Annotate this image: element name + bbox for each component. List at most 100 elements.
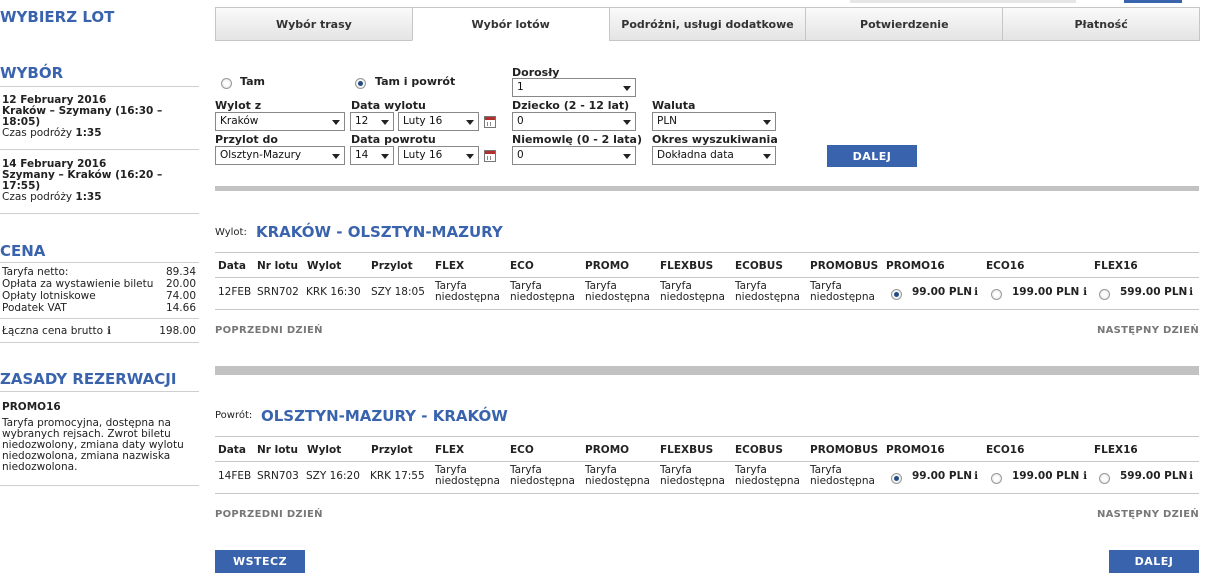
- search-submit-button[interactable]: DALEJ: [827, 145, 917, 167]
- divider: [0, 342, 199, 343]
- departure-day-select[interactable]: 12: [350, 112, 394, 131]
- fare-unavailable: Taryfa niedostępna: [660, 280, 725, 303]
- chevron-down-icon: [381, 120, 389, 125]
- col-flexbus: FLEXBUS: [660, 260, 714, 272]
- chevron-down-icon: [623, 86, 631, 91]
- col-promo: PROMO: [585, 444, 630, 456]
- table-header: Data Nr lotu Wylot Przylot FLEX ECO PROM…: [215, 437, 1199, 462]
- top-strip: [850, 0, 1076, 3]
- info-icon[interactable]: ℹ: [107, 325, 111, 337]
- tab-payment[interactable]: Płatność: [1002, 7, 1200, 41]
- rules-heading: ZASADY REZERWACJI: [0, 370, 177, 388]
- divider: [0, 213, 199, 214]
- col-promo16: PROMO16: [886, 444, 945, 456]
- outbound-route: KRAKÓW - OLSZTYN-MAZURY: [256, 223, 503, 241]
- col-date: Data: [218, 444, 246, 456]
- child-label: Dziecko (2 - 12 lat): [512, 99, 630, 112]
- tab-passengers[interactable]: Podróżni, usługi dodatkowe: [608, 7, 807, 41]
- fare-radio-eco16[interactable]: [991, 289, 1002, 300]
- calendar-icon[interactable]: [484, 116, 496, 128]
- leg-duration: Czas podróży 1:35: [2, 191, 102, 203]
- prev-day-link[interactable]: POPRZEDNI DZIEŃ: [215, 509, 323, 520]
- outbound-table: Data Nr lotu Wylot Przylot FLEX ECO PROM…: [215, 252, 1199, 310]
- tab-route[interactable]: Wybór trasy: [215, 7, 413, 41]
- col-ecobus: ECOBUS: [735, 260, 783, 272]
- fare-unavailable: Taryfa niedostępna: [660, 464, 725, 487]
- radio-oneway[interactable]: [221, 78, 232, 89]
- tab-flights[interactable]: Wybór lotów: [411, 7, 610, 41]
- calendar-icon[interactable]: [484, 150, 496, 162]
- price-row: Taryfa netto: 89.34: [2, 266, 196, 278]
- chevron-down-icon: [332, 120, 340, 125]
- col-flight: Nr lotu: [257, 260, 298, 272]
- fare-price: 599.00 PLN: [1120, 286, 1188, 298]
- fare-radio-flex16[interactable]: [1099, 289, 1110, 300]
- page-title: WYBIERZ LOT: [0, 8, 115, 26]
- back-button[interactable]: WSTECZ: [215, 550, 305, 573]
- col-flexbus: FLEXBUS: [660, 444, 714, 456]
- infant-select[interactable]: 0: [512, 146, 636, 165]
- fare-unavailable: Taryfa niedostępna: [810, 280, 875, 303]
- radio-return[interactable]: [355, 78, 366, 89]
- divider: [0, 86, 199, 87]
- total-row: Łączna cena brutto ℹ 198.00: [2, 325, 196, 337]
- next-day-link[interactable]: NASTĘPNY DZIEŃ: [1097, 325, 1199, 336]
- currency-select[interactable]: PLN: [652, 112, 776, 131]
- info-icon[interactable]: ℹ: [1189, 286, 1193, 298]
- col-eco: ECO: [510, 260, 534, 272]
- return-day-select[interactable]: 14: [350, 146, 394, 165]
- col-promo16: PROMO16: [886, 260, 945, 272]
- col-flex: FLEX: [435, 260, 465, 272]
- outbound-label: Wylot:: [215, 227, 247, 238]
- col-promobus: PROMOBUS: [810, 444, 879, 456]
- radio-return-label: Tam i powrót: [375, 75, 456, 88]
- price-row: Opłata za wystawienie biletu 20.00: [2, 278, 196, 290]
- fare-unavailable: Taryfa niedostępna: [735, 280, 800, 303]
- fare-radio-promo16[interactable]: [891, 473, 902, 484]
- departure-month-select[interactable]: Luty 16: [398, 112, 479, 131]
- fare-price: 99.00 PLN: [912, 286, 973, 298]
- prev-day-link[interactable]: POPRZEDNI DZIEŃ: [215, 325, 323, 336]
- fare-radio-flex16[interactable]: [1099, 473, 1110, 484]
- info-icon[interactable]: ℹ: [974, 470, 978, 482]
- adult-select[interactable]: 1: [512, 78, 636, 97]
- flight-arrival: KRK 17:55: [370, 470, 425, 482]
- col-arr: Przylot: [371, 444, 413, 456]
- col-promobus: PROMOBUS: [810, 260, 879, 272]
- col-eco: ECO: [510, 444, 534, 456]
- separator: [215, 186, 1199, 191]
- info-icon[interactable]: ℹ: [1083, 470, 1087, 482]
- tab-confirmation[interactable]: Potwierdzenie: [805, 7, 1004, 41]
- table-row: 12FEB SRN702 KRK 16:30 SZY 18:05 Taryfa n…: [215, 278, 1199, 309]
- fare-radio-promo16[interactable]: [891, 289, 902, 300]
- flight-number: SRN702: [257, 286, 299, 298]
- col-flex: FLEX: [435, 444, 465, 456]
- fare-unavailable: Taryfa niedostępna: [435, 280, 500, 303]
- col-eco16: ECO16: [986, 444, 1025, 456]
- period-select[interactable]: Dokładna data: [652, 146, 776, 165]
- price-heading: CENA: [0, 242, 46, 260]
- return-month-select[interactable]: Luty 16: [398, 146, 479, 165]
- choice-heading: WYBÓR: [0, 64, 64, 82]
- price-row: Opłaty lotniskowe 74.00: [2, 290, 196, 302]
- info-icon[interactable]: ℹ: [974, 286, 978, 298]
- from-select[interactable]: Kraków: [215, 112, 345, 131]
- rules-fare: PROMO16: [2, 401, 61, 413]
- info-icon[interactable]: ℹ: [1189, 470, 1193, 482]
- divider: [0, 318, 199, 319]
- flight-departure: KRK 16:30: [306, 286, 361, 298]
- fare-price: 599.00 PLN: [1120, 470, 1188, 482]
- next-day-link[interactable]: NASTĘPNY DZIEŃ: [1097, 509, 1199, 520]
- fare-radio-eco16[interactable]: [991, 473, 1002, 484]
- currency-label: Waluta: [652, 99, 696, 112]
- child-select[interactable]: 0: [512, 112, 636, 131]
- col-flex16: FLEX16: [1094, 260, 1138, 272]
- divider: [0, 149, 199, 150]
- col-eco16: ECO16: [986, 260, 1025, 272]
- info-icon[interactable]: ℹ: [1083, 286, 1087, 298]
- divider: [0, 262, 199, 263]
- next-button[interactable]: DALEJ: [1109, 550, 1199, 573]
- to-select[interactable]: Olsztyn-Mazury: [215, 146, 345, 165]
- chevron-down-icon: [623, 154, 631, 159]
- col-dep: Wylot: [307, 260, 342, 272]
